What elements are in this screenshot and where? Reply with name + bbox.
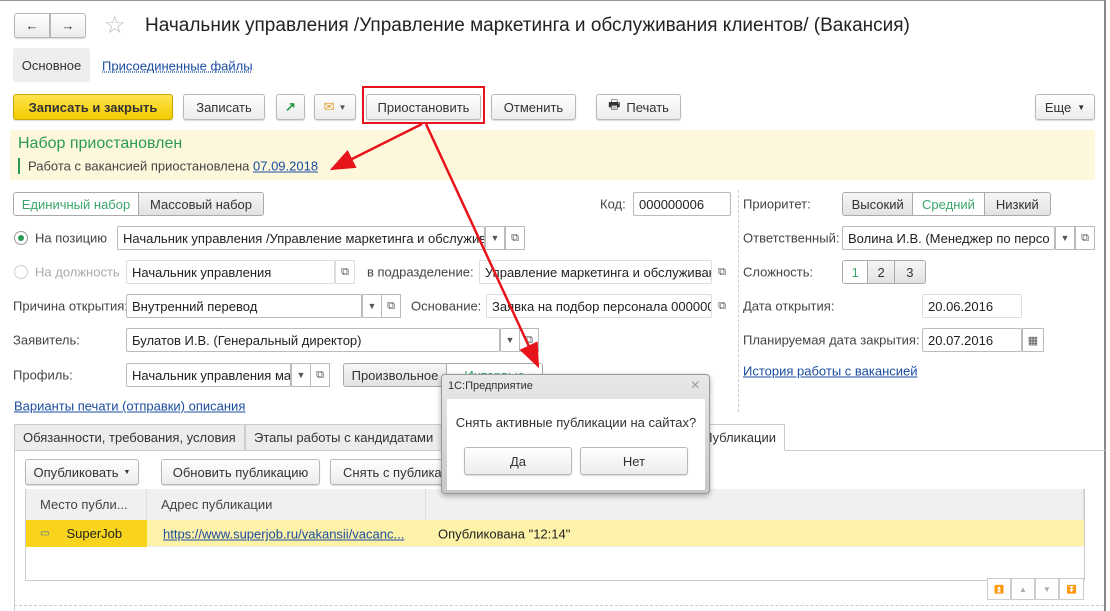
annotation-arrows (329, 122, 540, 369)
arrow-to-dialog (424, 123, 540, 369)
arrow-to-banner (329, 122, 423, 171)
